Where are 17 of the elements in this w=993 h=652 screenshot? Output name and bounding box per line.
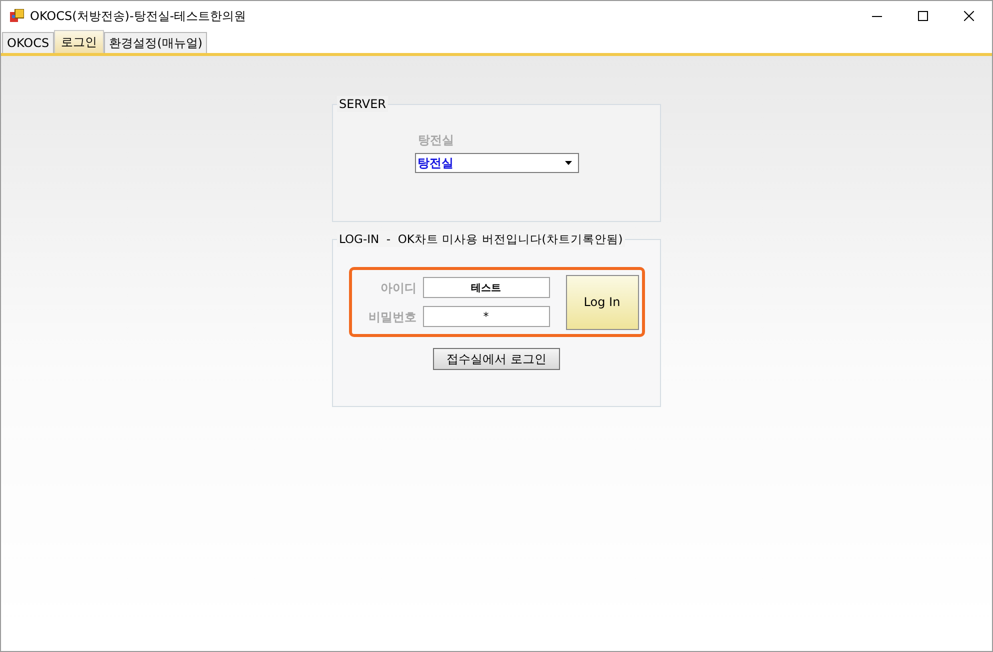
reception-login-button[interactable]: 접수실에서 로그인	[433, 348, 560, 370]
dropdown-arrow-icon	[564, 161, 572, 165]
tab[interactable]: 로그인	[54, 30, 104, 53]
tab[interactable]: OKOCS	[2, 32, 54, 53]
close-icon	[964, 10, 974, 20]
server-dropdown[interactable]: 탕전실	[414, 153, 578, 173]
password-field[interactable]: *	[422, 306, 550, 327]
maximize-icon	[918, 10, 928, 20]
group-legend: LOG-IN - OK차트 미사용 버전입니다(차트기록안됨)	[337, 231, 625, 247]
tab[interactable]: 환경설정(매뉴얼)	[104, 32, 208, 53]
server-label: 탕전실	[417, 132, 455, 149]
id-label: 아이디	[380, 280, 416, 296]
password-label: 비밀번호	[368, 308, 416, 326]
login-button[interactable]: Log In	[566, 274, 638, 330]
app-icon	[10, 8, 24, 22]
window-title: OKOCS(처방전송)-탕전실-테스트한의원	[30, 8, 246, 24]
id-field[interactable]: 테스트	[422, 277, 550, 298]
